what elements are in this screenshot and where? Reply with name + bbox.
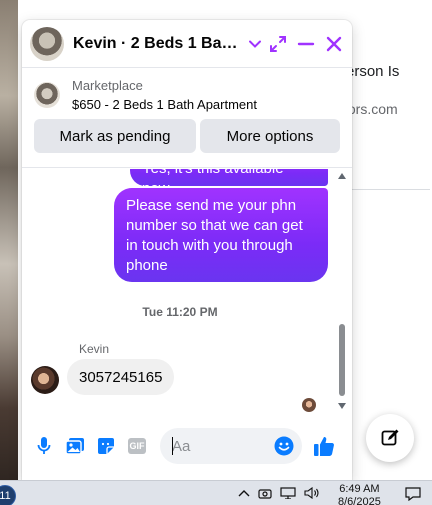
mark-as-pending-button[interactable]: Mark as pending	[34, 119, 196, 153]
chat-header[interactable]: Kevin · 2 Beds 1 Bath A...	[22, 20, 352, 68]
gif-icon[interactable]: GIF	[127, 436, 147, 456]
outgoing-message[interactable]: Please send me your phn number so that w…	[114, 188, 328, 282]
seen-indicator	[302, 398, 316, 412]
avatar[interactable]	[31, 366, 59, 394]
system-clock[interactable]: 6:49 AM 8/6/2025	[338, 483, 381, 505]
more-options-button[interactable]: More options	[200, 119, 340, 153]
notification-icon[interactable]	[405, 487, 421, 505]
sender-name: Kevin	[79, 342, 110, 356]
listing-info[interactable]: Marketplace $650 - 2 Beds 1 Bath Apartme…	[34, 78, 257, 114]
chevron-up-icon[interactable]	[238, 489, 250, 497]
listing-source: Marketplace	[72, 78, 143, 93]
message-composer: GIF	[22, 422, 352, 470]
emoji-icon[interactable]	[274, 436, 294, 456]
scrollbar-thumb[interactable]	[339, 324, 345, 396]
gif-label: GIF	[128, 438, 146, 454]
message-input[interactable]	[172, 437, 272, 455]
thumbs-up-icon[interactable]	[312, 434, 336, 458]
outgoing-message[interactable]: Yes, it's this available now.	[130, 169, 328, 197]
background-link-text: tors.com	[344, 101, 398, 117]
close-icon[interactable]	[324, 34, 344, 54]
background-text: erson Is	[346, 63, 400, 80]
volume-icon[interactable]	[304, 487, 320, 499]
sticker-icon[interactable]	[96, 436, 116, 456]
scroll-down-arrow-icon[interactable]	[338, 403, 346, 409]
camera-icon[interactable]	[258, 487, 272, 499]
marketplace-listing: Marketplace $650 - 2 Beds 1 Bath Apartme…	[22, 68, 352, 168]
listing-title[interactable]: $650 - 2 Beds 1 Bath Apartment	[72, 96, 257, 114]
network-icon[interactable]	[280, 487, 296, 499]
clock-date: 8/6/2025	[338, 496, 381, 505]
listing-thumbnail[interactable]	[34, 82, 60, 108]
chat-title[interactable]: Kevin · 2 Beds 1 Bath A...	[73, 35, 241, 53]
system-tray	[238, 487, 320, 499]
photo-icon[interactable]	[65, 436, 85, 456]
message-timestamp: Tue 11:20 PM	[142, 305, 218, 319]
new-message-button[interactable]	[366, 414, 414, 462]
clock-time: 6:49 AM	[339, 483, 380, 495]
scroll-up-arrow-icon[interactable]	[338, 173, 346, 179]
message-list[interactable]: Yes, it's this available now. Please sen…	[22, 169, 352, 415]
taskbar: 11 6:49 AM 8/6/2025	[0, 480, 432, 505]
text-cursor	[172, 437, 173, 455]
compose-icon	[381, 429, 399, 446]
scrollbar[interactable]	[336, 169, 348, 415]
background-divider	[350, 189, 430, 190]
avatar[interactable]	[30, 26, 64, 61]
message-input-container[interactable]	[160, 428, 302, 464]
chevron-down-icon[interactable]	[249, 40, 261, 48]
minimize-icon[interactable]	[296, 34, 316, 54]
expand-icon[interactable]	[268, 34, 288, 54]
microphone-icon[interactable]	[34, 436, 54, 456]
background-photo	[0, 0, 18, 480]
chat-window: Kevin · 2 Beds 1 Bath A... Marketplace	[22, 20, 352, 480]
incoming-message[interactable]: 3057245165	[67, 359, 175, 395]
taskbar-app-badge[interactable]: 11	[0, 485, 16, 505]
